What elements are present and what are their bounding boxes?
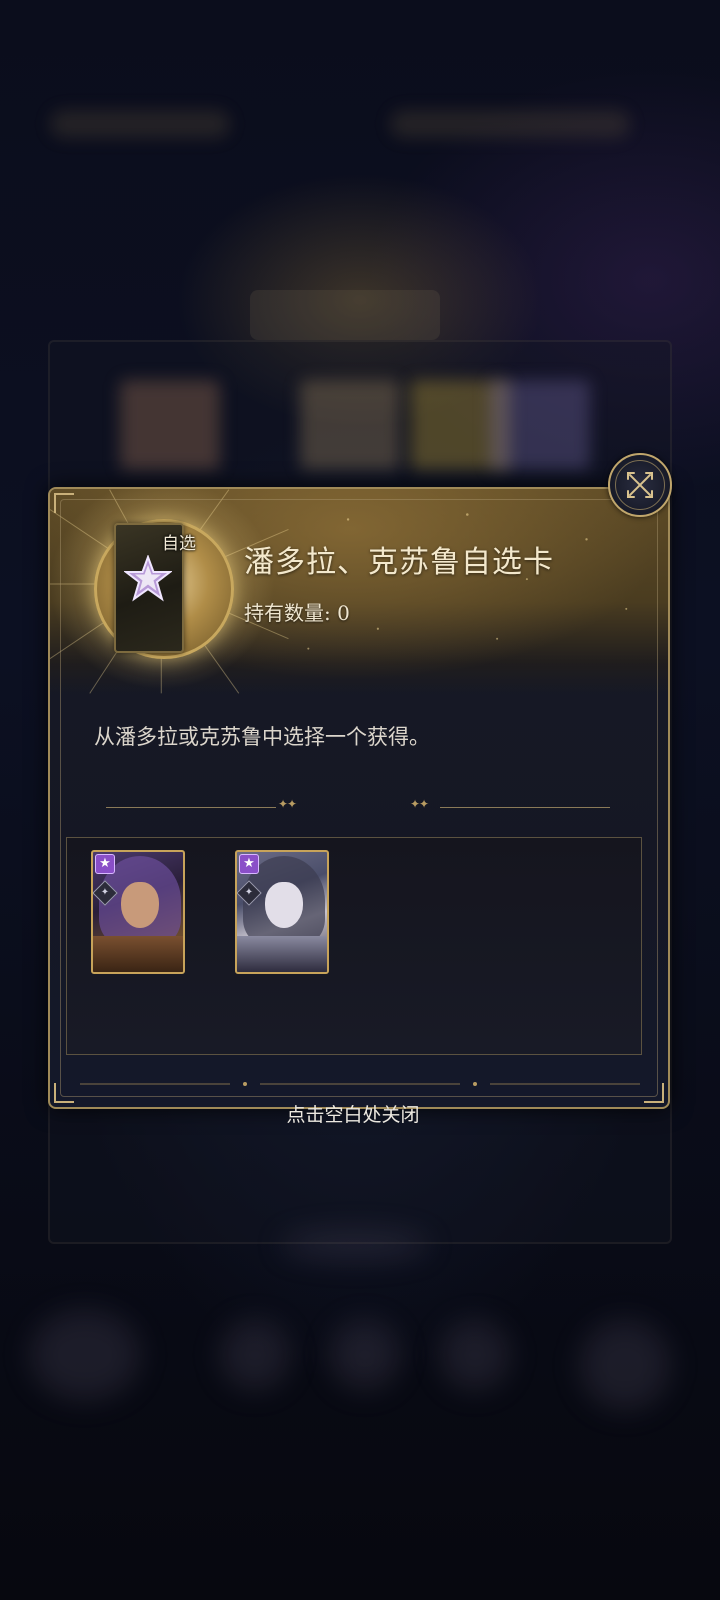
item-description: 从潘多拉或克苏鲁中选择一个获得。: [94, 725, 430, 749]
portrait-face: [265, 882, 303, 928]
blurred-button: [30, 1310, 140, 1400]
close-icon: [627, 472, 653, 498]
blurred-button: [580, 1320, 670, 1410]
divider-left: [106, 807, 276, 808]
owned-count: 持有数量: 0: [244, 601, 350, 625]
blurred-button: [330, 1320, 400, 1390]
close-button[interactable]: [608, 453, 672, 517]
bottom-ornament: [80, 1082, 640, 1086]
item-detail-dialog: 自选 潘多拉、克苏鲁自选卡 持有数量: 0 从潘多拉或克苏鲁中选择一个获得。 ✦…: [48, 487, 670, 1109]
blurred-top-bar-left: [50, 110, 230, 138]
reward-options-box: ★ ✦ ★ ✦: [66, 837, 642, 1055]
portrait-body: [93, 936, 183, 972]
blurred-banner-emblem: [250, 290, 440, 340]
rarity-star-icon: ★: [239, 854, 259, 874]
blurred-card: [120, 380, 220, 470]
blurred-button: [220, 1320, 290, 1390]
portrait-body: [237, 936, 327, 972]
item-tag-label: 自选: [162, 534, 196, 554]
corner-ornament: [54, 493, 74, 513]
star-icon: [124, 555, 172, 602]
rarity-star-icon: ★: [95, 854, 115, 874]
blurred-card: [300, 380, 400, 470]
reward-card-pandora[interactable]: ★ ✦: [91, 850, 185, 974]
item-title: 潘多拉、克苏鲁自选卡: [244, 545, 554, 580]
reward-card-cthulhu[interactable]: ★ ✦: [235, 850, 329, 974]
tap-to-close-hint[interactable]: 点击空白处关闭: [0, 1100, 706, 1127]
portrait-face: [121, 882, 159, 928]
blurred-card: [490, 380, 590, 470]
blurred-button: [440, 1320, 510, 1390]
blurred-label: [280, 1230, 430, 1260]
sparkle-icon: ✦✦: [278, 797, 297, 811]
divider-right: [440, 807, 610, 808]
blurred-top-bar-right: [390, 110, 630, 138]
sparkle-icon: ✦✦: [410, 797, 429, 811]
